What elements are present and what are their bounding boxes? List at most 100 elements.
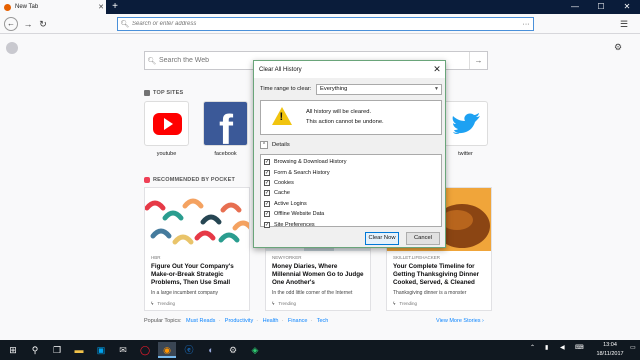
checkbox[interactable]: ✓ <box>264 200 270 207</box>
close-window-button[interactable]: ✕ <box>614 0 640 14</box>
address-input[interactable] <box>132 21 519 27</box>
option-label: Form & Search History <box>274 169 330 176</box>
top-site-facebook[interactable]: f <box>203 101 248 146</box>
story-source: SKILLET.LIFEHACKER <box>393 255 441 260</box>
story-image <box>145 188 249 251</box>
view-more-stories-link[interactable]: View More Stories › <box>436 318 484 324</box>
network-icon[interactable]: ▮ <box>545 344 548 351</box>
checkbox[interactable]: ✓ <box>264 179 270 186</box>
chevron-up-icon[interactable]: ^ <box>260 141 268 149</box>
app-icon[interactable]: ◐ <box>202 342 220 358</box>
story-source: NEWYORKER <box>272 255 302 260</box>
topic-link[interactable]: Tech <box>317 318 329 324</box>
warning-message: All history will be cleared. <box>306 109 372 115</box>
trending-icon: ϟ <box>151 301 154 306</box>
option-offline-website-data[interactable]: ✓ Offline Website Data <box>264 209 441 219</box>
page-actions-icon[interactable]: ··· <box>519 21 533 28</box>
option-label: Cache <box>274 190 290 197</box>
trending-label: Trending <box>399 301 417 306</box>
clock-date: 18/11/2017 <box>596 350 624 357</box>
volume-icon[interactable]: ◀ <box>560 344 565 351</box>
back-button[interactable]: ← <box>4 17 18 31</box>
story-title[interactable]: Figure Out Your Company's Make-or-Break … <box>151 263 243 287</box>
taskbar-clock[interactable]: 13:04 18/11/2017 <box>592 341 628 358</box>
opera-icon[interactable]: ◯ <box>136 342 154 358</box>
top-site-label: twitter <box>458 151 473 157</box>
reload-button[interactable]: ↻ <box>36 17 50 31</box>
hamburger-menu-button[interactable]: ☰ <box>617 17 631 31</box>
story-description: In the odd little corner of the Internet <box>272 290 353 296</box>
option-browsing-history[interactable]: ✓ Browsing & Download History <box>264 157 441 167</box>
tab-title: New Tab <box>15 4 39 10</box>
top-sites-label: TOP SITES <box>153 90 184 96</box>
option-cache[interactable]: ✓ Cache <box>264 188 441 198</box>
option-form-search-history[interactable]: ✓ Form & Search History <box>264 167 441 177</box>
cancel-button[interactable]: Cancel <box>406 232 440 245</box>
topic-link[interactable]: Finance <box>288 318 308 324</box>
twitter-bird-icon <box>452 113 480 134</box>
topic-link[interactable]: Productivity <box>225 318 253 324</box>
dialog-titlebar: Clear All History ✕ <box>254 61 445 78</box>
store-icon[interactable]: ▣ <box>92 342 110 358</box>
story-title[interactable]: Money Diaries, Where Millennial Women Go… <box>272 263 364 287</box>
topic-link[interactable]: Health <box>263 318 279 324</box>
checkbox[interactable]: ✓ <box>264 221 270 228</box>
time-range-value: Everything <box>320 85 348 92</box>
checkbox[interactable]: ✓ <box>264 211 270 218</box>
option-label: Browsing & Download History <box>274 159 347 166</box>
search-go-button[interactable]: → <box>469 52 487 69</box>
checkbox[interactable]: ✓ <box>264 190 270 197</box>
tab-bar: New Tab ✕ + — ☐ ✕ <box>0 0 640 14</box>
minimize-button[interactable]: — <box>562 0 588 14</box>
keyboard-icon[interactable]: ⌨ <box>575 344 584 351</box>
search-icon[interactable]: ⚲ <box>26 342 44 358</box>
notification-icon[interactable]: ▭ <box>630 344 636 351</box>
chevron-down-icon: ▼ <box>434 85 439 92</box>
firefox-favicon-icon <box>4 3 11 11</box>
clear-now-button[interactable]: Clear Now <box>365 232 399 245</box>
time-range-select[interactable]: Everything ▼ <box>316 83 442 95</box>
warning-message: This action cannot be undone. <box>306 119 384 125</box>
start-button[interactable]: ⊞ <box>4 342 22 358</box>
details-label: Details <box>272 142 290 148</box>
svg-text:f: f <box>219 106 234 146</box>
option-cookies[interactable]: ✓ Cookies <box>264 178 441 188</box>
top-sites-icon <box>144 90 150 96</box>
topic-link[interactable]: Must Reads <box>186 318 215 324</box>
details-toggle[interactable]: ^ Details <box>260 141 290 149</box>
maximize-button[interactable]: ☐ <box>588 0 614 14</box>
top-site-twitter[interactable] <box>443 101 488 146</box>
forward-button[interactable]: → <box>21 17 35 31</box>
file-explorer-icon[interactable]: ▬ <box>70 342 88 358</box>
top-site-youtube[interactable] <box>144 101 189 146</box>
edge-icon[interactable]: ⓔ <box>180 342 198 358</box>
clock-time: 13:04 <box>603 342 617 348</box>
story-card[interactable]: HBR Figure Out Your Company's Make-or-Br… <box>144 187 250 311</box>
story-trending: ϟ Trending <box>151 301 175 306</box>
youtube-logo-icon <box>153 113 182 135</box>
address-bar[interactable]: 🔍︎ ··· <box>117 17 534 31</box>
task-view-icon[interactable]: ❐ <box>48 342 66 358</box>
mail-icon[interactable]: ✉ <box>114 342 132 358</box>
story-title[interactable]: Your Complete Timeline for Getting Thank… <box>393 263 485 287</box>
warning-exclamation: ! <box>279 111 284 123</box>
checkbox[interactable]: ✓ <box>264 159 270 166</box>
search-icon: 🔍︎ <box>147 57 157 65</box>
firefox-icon[interactable]: ◉ <box>158 342 176 358</box>
story-description: Thanksgiving dinner is a monster <box>393 290 467 296</box>
dialog-close-icon[interactable]: ✕ <box>429 64 445 75</box>
tray-expand-icon[interactable]: ⌃ <box>530 344 535 351</box>
top-site-label: facebook <box>214 151 237 157</box>
trending-label: Trending <box>278 301 296 306</box>
search-icon: 🔍︎ <box>120 21 130 28</box>
option-site-preferences[interactable]: ✓ Site Preferences <box>264 219 441 229</box>
tab-close-icon[interactable]: ✕ <box>96 3 106 11</box>
app-icon[interactable]: ⚙ <box>224 342 242 358</box>
checkbox[interactable]: ✓ <box>264 169 270 176</box>
app-icon[interactable]: ◈ <box>246 342 264 358</box>
new-tab-button[interactable]: + <box>110 0 120 14</box>
tab-new-tab[interactable]: New Tab ✕ <box>0 0 106 14</box>
option-active-logins[interactable]: ✓ Active Logins <box>264 199 441 209</box>
story-trending: ϟ Trending <box>393 301 417 306</box>
gear-icon[interactable]: ⚙ <box>614 42 622 53</box>
